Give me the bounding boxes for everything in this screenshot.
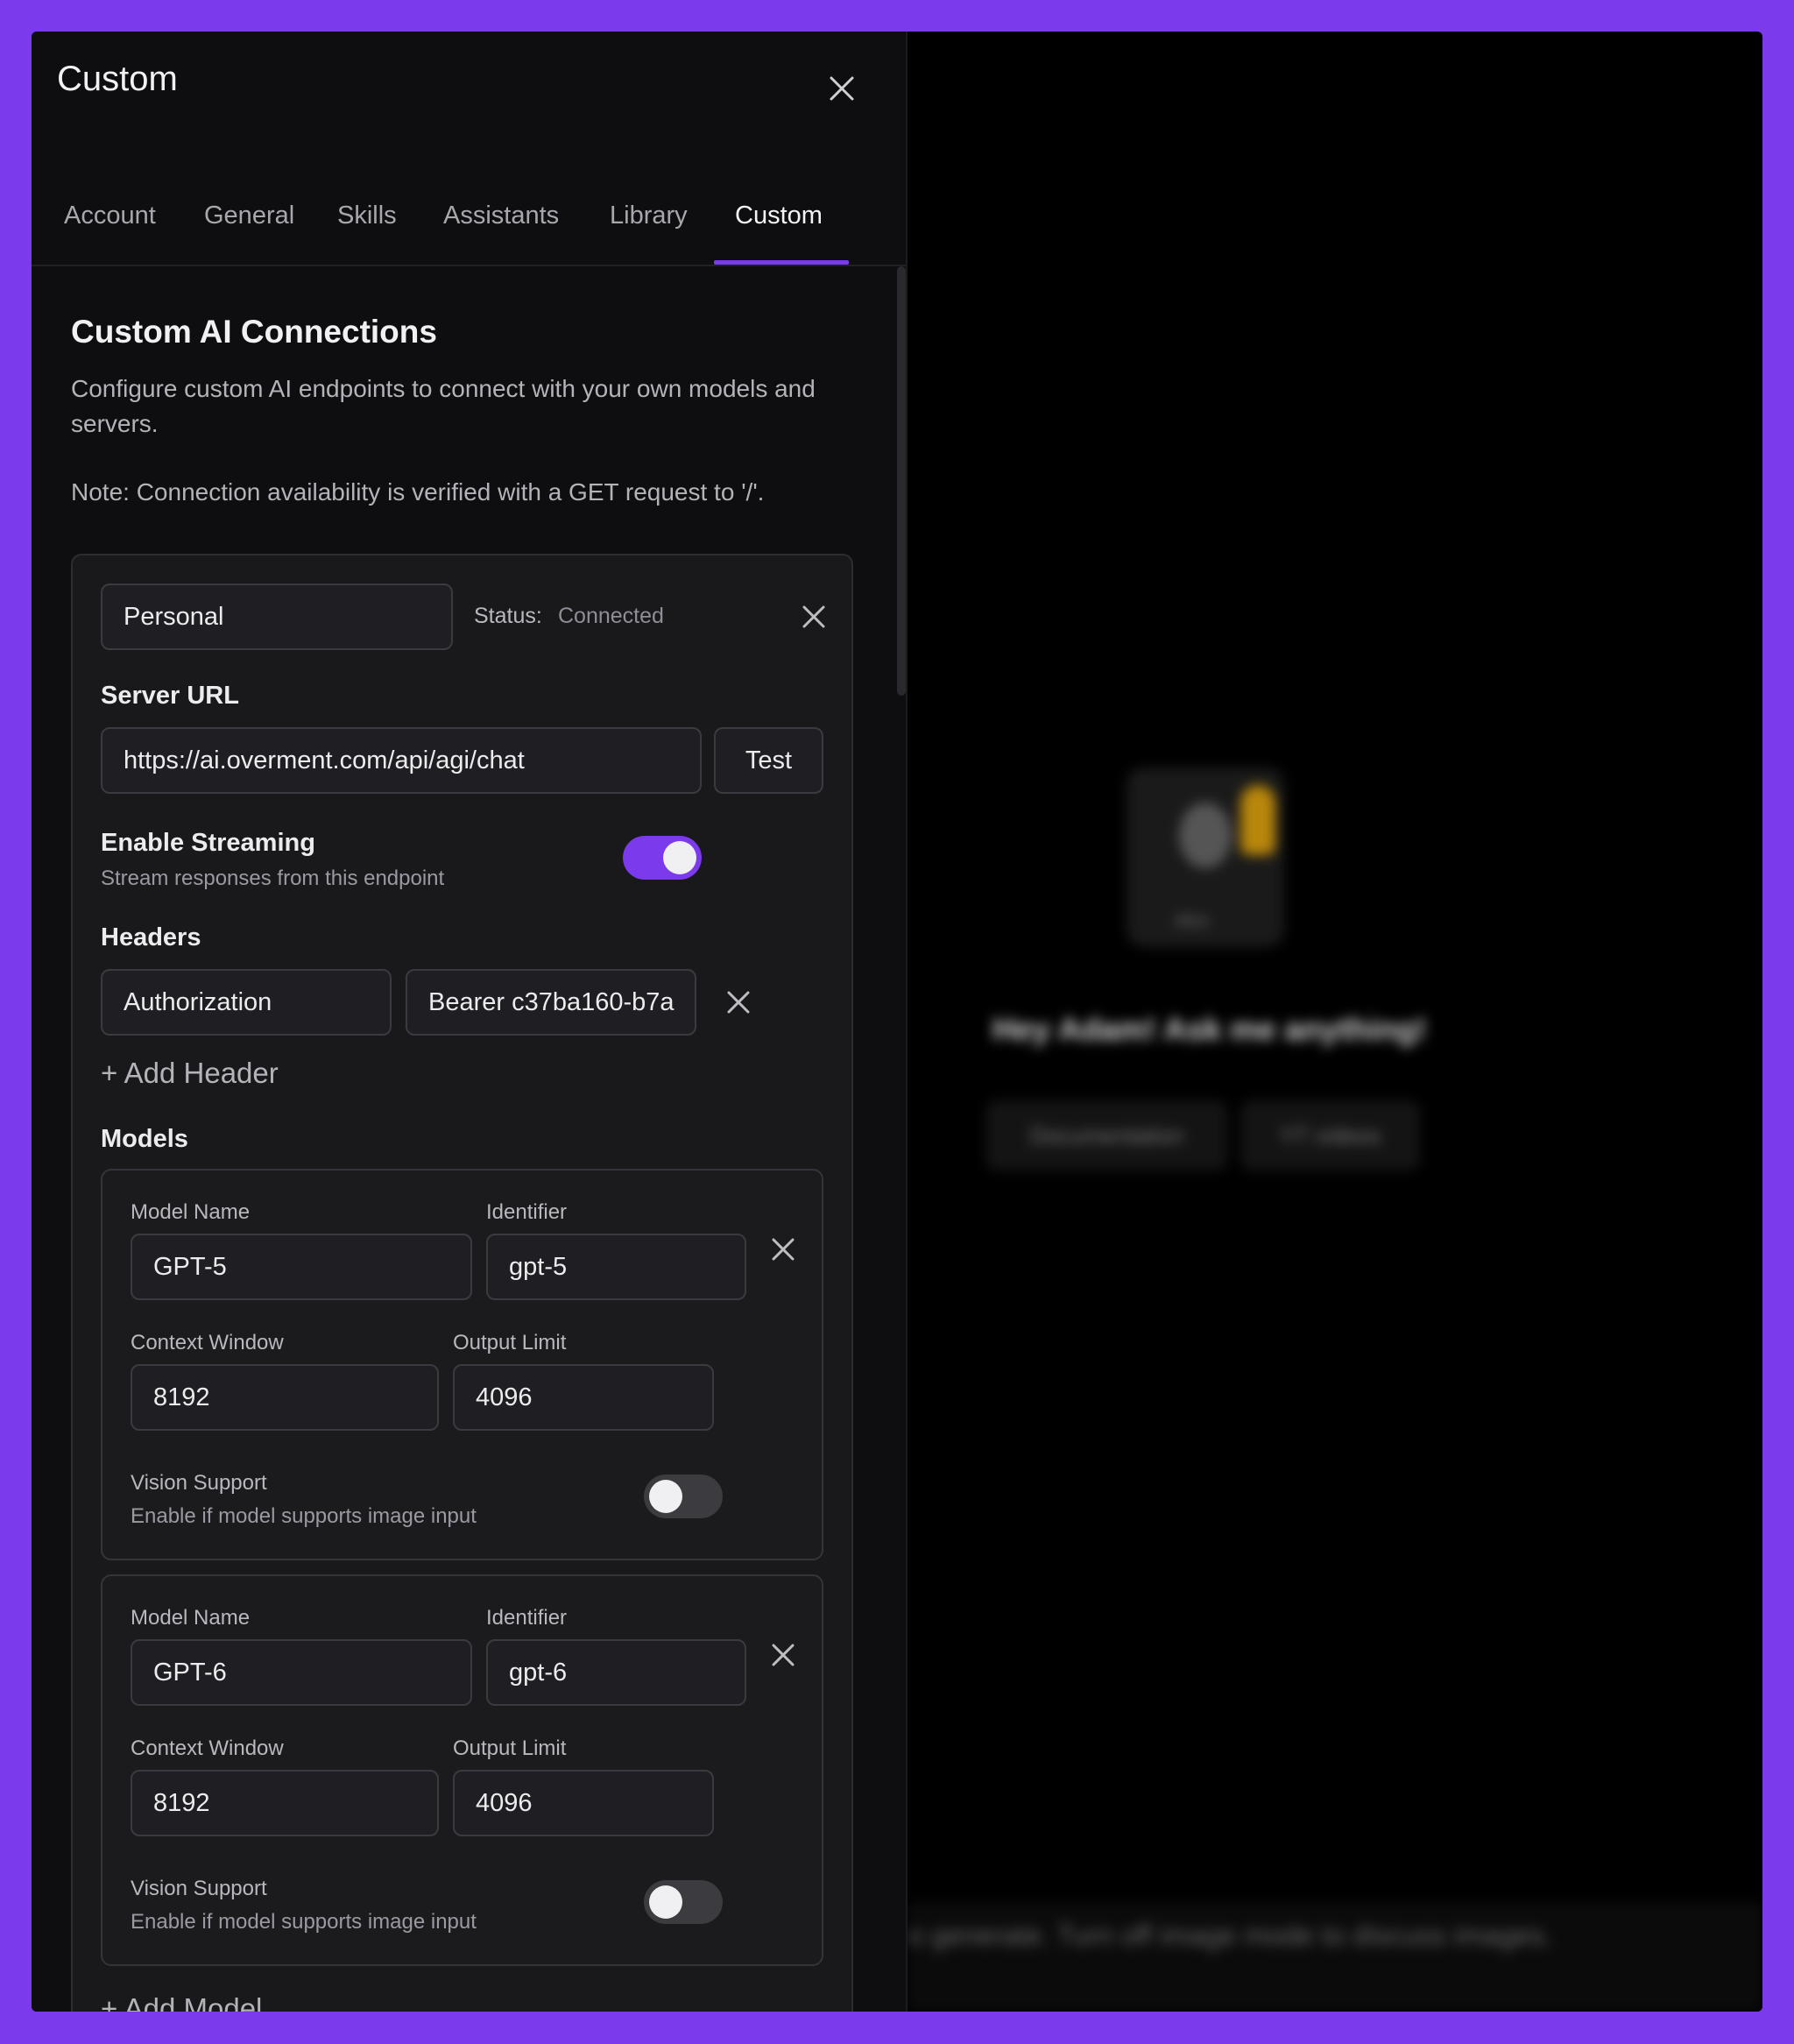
vision-support-label: Vision Support bbox=[131, 1471, 267, 1495]
lightbulb-icon bbox=[1240, 785, 1275, 855]
output-limit-input[interactable]: 4096 bbox=[453, 1770, 714, 1836]
avatar-name: Alice bbox=[1175, 912, 1210, 930]
active-tab-indicator bbox=[714, 260, 849, 265]
identifier-label: Identifier bbox=[486, 1606, 568, 1630]
status-value: Connected bbox=[558, 604, 664, 628]
server-url-input[interactable]: https://ai.overment.com/api/agi/chat bbox=[101, 727, 702, 794]
model-card: Model Name GPT-6 Identifier gpt-6 Contex… bbox=[101, 1574, 823, 1966]
header-value-input[interactable]: Bearer c37ba160-b7a bbox=[406, 969, 696, 1036]
vision-support-description: Enable if model supports image input bbox=[131, 1504, 477, 1528]
model-card: Model Name GPT-5 Identifier gpt-5 Contex… bbox=[101, 1169, 823, 1560]
remove-model-button[interactable] bbox=[766, 1232, 801, 1267]
chat-input-bar bbox=[908, 1902, 1762, 2012]
vision-support-toggle[interactable] bbox=[644, 1880, 723, 1924]
close-icon bbox=[830, 76, 854, 101]
chip-documentation[interactable]: Documentation bbox=[986, 1100, 1227, 1171]
model-name-input[interactable]: GPT-5 bbox=[131, 1234, 472, 1300]
connection-name-input[interactable]: Personal bbox=[101, 583, 453, 650]
section-note: Note: Connection availability is verifie… bbox=[71, 478, 765, 506]
models-label: Models bbox=[101, 1125, 188, 1153]
streaming-label: Enable Streaming bbox=[101, 829, 315, 857]
section-title: Custom AI Connections bbox=[71, 314, 437, 350]
remove-model-button[interactable] bbox=[766, 1637, 801, 1673]
model-name-label: Model Name bbox=[131, 1200, 251, 1224]
tab-assistants[interactable]: Assistants bbox=[443, 202, 559, 230]
model-name-input[interactable]: GPT-6 bbox=[131, 1639, 472, 1706]
identifier-label: Identifier bbox=[486, 1200, 568, 1224]
blurred-chat-content: Alice Hey Adam! Ask me anything! Documen… bbox=[908, 32, 1762, 2012]
app-window: Alice Hey Adam! Ask me anything! Documen… bbox=[32, 32, 1762, 2012]
output-limit-label: Output Limit bbox=[453, 1331, 567, 1354]
streaming-toggle[interactable] bbox=[623, 836, 702, 880]
vision-support-toggle[interactable] bbox=[644, 1475, 723, 1518]
context-window-label: Context Window bbox=[131, 1331, 284, 1354]
close-panel-button[interactable] bbox=[820, 67, 864, 110]
tab-library[interactable]: Library bbox=[610, 202, 688, 230]
vision-support-description: Enable if model supports image input bbox=[131, 1910, 477, 1934]
tab-general[interactable]: General bbox=[204, 202, 294, 230]
toggle-knob bbox=[649, 1885, 682, 1919]
streaming-description: Stream responses from this endpoint bbox=[101, 866, 445, 890]
identifier-input[interactable]: gpt-5 bbox=[486, 1234, 746, 1300]
test-button[interactable]: Test bbox=[714, 727, 823, 794]
chip-yt-videos[interactable]: YT videos bbox=[1240, 1100, 1420, 1171]
avatar-head-icon bbox=[1179, 803, 1232, 868]
connection-card: Personal Status: Connected Server URL ht… bbox=[71, 554, 853, 2012]
model-name-label: Model Name bbox=[131, 1606, 251, 1630]
add-header-button[interactable]: + Add Header bbox=[101, 1057, 279, 1090]
close-icon bbox=[727, 991, 750, 1014]
close-icon bbox=[802, 605, 825, 628]
server-url-label: Server URL bbox=[101, 682, 239, 710]
headers-label: Headers bbox=[101, 923, 201, 951]
remove-header-button[interactable] bbox=[721, 985, 756, 1020]
close-icon bbox=[772, 1644, 795, 1666]
tab-account[interactable]: Account bbox=[64, 202, 156, 230]
output-limit-label: Output Limit bbox=[453, 1736, 567, 1760]
toggle-knob bbox=[649, 1480, 682, 1513]
tab-custom[interactable]: Custom bbox=[735, 202, 823, 230]
settings-panel: Custom Account General Skills Assistants… bbox=[32, 32, 908, 2012]
add-model-button[interactable]: + Add Model bbox=[101, 1992, 262, 2012]
chat-greeting: Hey Adam! Ask me anything! bbox=[992, 1011, 1427, 1047]
section-description: Configure custom AI endpoints to connect… bbox=[71, 375, 816, 437]
output-limit-input[interactable]: 4096 bbox=[453, 1364, 714, 1431]
chat-background: Alice Hey Adam! Ask me anything! Documen… bbox=[908, 32, 1762, 2012]
context-window-input[interactable]: 8192 bbox=[131, 1364, 439, 1431]
header-key-input[interactable]: Authorization bbox=[101, 969, 392, 1036]
context-window-input[interactable]: 8192 bbox=[131, 1770, 439, 1836]
context-window-label: Context Window bbox=[131, 1736, 284, 1760]
vision-support-label: Vision Support bbox=[131, 1877, 267, 1900]
scrollbar-thumb[interactable] bbox=[897, 266, 906, 696]
panel-title: Custom bbox=[57, 60, 178, 98]
toggle-knob bbox=[663, 841, 696, 874]
close-icon bbox=[772, 1238, 795, 1261]
settings-tabs: Account General Skills Assistants Librar… bbox=[32, 163, 906, 266]
assistant-avatar: Alice bbox=[1127, 767, 1284, 947]
chat-hint-text: o generate. Turn off image mode to discu… bbox=[908, 1920, 1552, 1951]
identifier-input[interactable]: gpt-6 bbox=[486, 1639, 746, 1706]
remove-connection-button[interactable] bbox=[796, 599, 831, 634]
status-label: Status: bbox=[474, 604, 542, 628]
tab-skills[interactable]: Skills bbox=[337, 202, 397, 230]
